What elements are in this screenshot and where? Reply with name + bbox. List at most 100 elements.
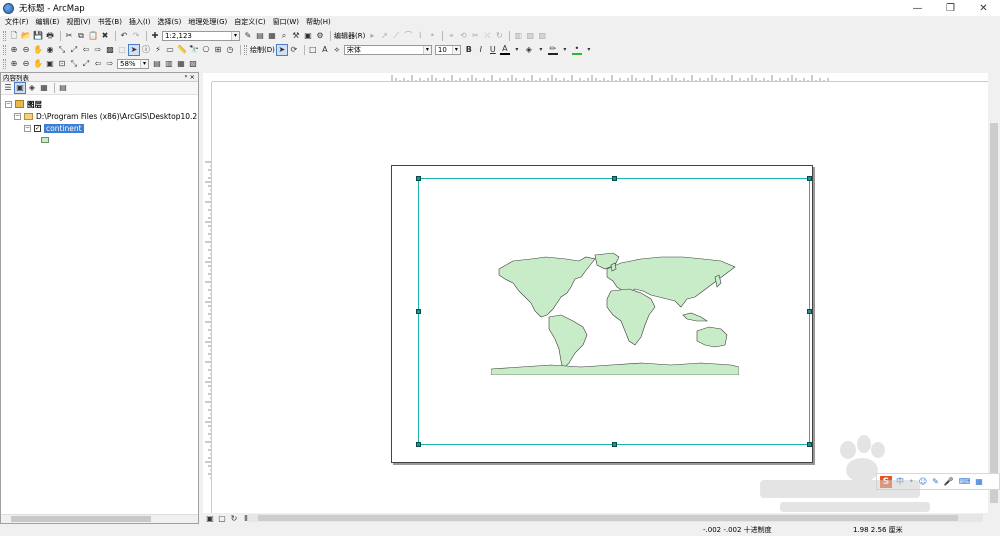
catalog-window-icon[interactable]: ▦ xyxy=(267,31,277,41)
layout-zoom-in-icon[interactable]: ⊕ xyxy=(9,59,19,69)
zoom-100-icon[interactable]: ⊡ xyxy=(57,59,67,69)
map-scale-combo[interactable]: 1:2,123 ▾ xyxy=(162,30,240,41)
python-window-icon[interactable]: ▣ xyxy=(303,31,313,41)
ime-grid-icon[interactable]: ▦ xyxy=(975,477,983,486)
undo-icon[interactable]: ↶ xyxy=(119,31,129,41)
arctoolbox-icon[interactable]: ⚒ xyxy=(291,31,301,41)
underline-button[interactable]: U xyxy=(488,45,498,55)
layer-name-continent[interactable]: continent xyxy=(44,123,84,133)
add-data-icon[interactable]: ✚ xyxy=(150,31,160,41)
menu-file[interactable]: 文件(F) xyxy=(5,17,29,27)
measure-icon[interactable]: 📏 xyxy=(177,45,187,55)
full-extent-globe-icon[interactable]: ◉ xyxy=(45,45,55,55)
ime-toolbar[interactable]: S 中 • ☺ ✎ 🎤 ⌨ ▦ xyxy=(876,473,1000,490)
time-slider-icon[interactable]: ◷ xyxy=(225,45,235,55)
resize-handle[interactable] xyxy=(416,442,421,447)
sketch-properties-icon[interactable]: ▧ xyxy=(525,31,535,41)
chevron-down-icon[interactable]: ▾ xyxy=(584,45,594,55)
data-frame[interactable] xyxy=(416,176,812,447)
edit-tool-icon[interactable]: ▸ xyxy=(367,31,377,41)
toggle-draft-mode-icon[interactable]: ▤ xyxy=(152,59,162,69)
back-extent-layout-icon[interactable]: ⇦ xyxy=(93,59,103,69)
print-icon[interactable]: 🖶 xyxy=(45,31,55,41)
menu-customize[interactable]: 自定义(C) xyxy=(234,17,265,27)
list-by-drawing-order-icon[interactable]: ☰ xyxy=(3,83,13,93)
table-of-contents-icon[interactable]: ▤ xyxy=(255,31,265,41)
new-document-icon[interactable]: 🗋 xyxy=(9,31,19,41)
font-name-combo[interactable]: 宋体 ▾ xyxy=(343,44,432,55)
menu-bookmarks[interactable]: 书签(B) xyxy=(98,17,122,27)
endpoint-arc-icon[interactable]: ⌒ xyxy=(403,31,413,41)
ime-punctuation-icon[interactable]: • xyxy=(909,477,914,486)
scrollbar-thumb[interactable] xyxy=(258,515,958,521)
paste-icon[interactable]: 📋 xyxy=(88,31,98,41)
tree-node-source-path[interactable]: − D:\Program Files (x86)\ArcGIS\Desktop1… xyxy=(1,110,198,122)
chevron-down-icon[interactable]: ▾ xyxy=(536,45,546,55)
trace-icon[interactable]: ⌇ xyxy=(415,31,425,41)
chevron-down-icon[interactable]: ▾ xyxy=(422,45,431,54)
split-icon[interactable]: ⤫ xyxy=(482,31,492,41)
resize-handle[interactable] xyxy=(807,442,812,447)
go-to-xy-icon[interactable]: ⊞ xyxy=(213,45,223,55)
visibility-checkbox[interactable]: ✓ xyxy=(34,124,41,132)
legend-swatch[interactable] xyxy=(41,137,49,143)
chevron-down-icon[interactable]: ▾ xyxy=(451,45,460,54)
chevron-down-icon[interactable]: ▾ xyxy=(560,45,570,55)
back-extent-icon[interactable]: ⇦ xyxy=(81,45,91,55)
toc-horizontal-scrollbar[interactable] xyxy=(1,514,198,523)
close-button[interactable]: ✕ xyxy=(967,0,1000,16)
toc-options-icon[interactable]: ▤ xyxy=(58,83,68,93)
menu-insert[interactable]: 插入(I) xyxy=(129,17,151,27)
zoom-whole-page-icon[interactable]: ▣ xyxy=(45,59,55,69)
layout-view-icon[interactable]: ▢ xyxy=(217,514,227,524)
fixed-zoom-in-icon[interactable]: ⤡ xyxy=(57,45,67,55)
find-icon[interactable]: 🔭 xyxy=(189,45,199,55)
menu-geoprocessing[interactable]: 地理处理(G) xyxy=(188,17,227,27)
collapse-icon[interactable]: − xyxy=(14,112,21,120)
zoom-out-icon[interactable]: ⊖ xyxy=(21,45,31,55)
forward-extent-icon[interactable]: ⇨ xyxy=(93,45,103,55)
change-layout-icon[interactable]: ▦ xyxy=(176,59,186,69)
font-color-button[interactable]: A xyxy=(499,44,510,55)
layout-pan-icon[interactable]: ✋ xyxy=(33,59,43,69)
toolbar-grip[interactable] xyxy=(3,30,6,41)
pan-hand-icon[interactable]: ✋ xyxy=(33,45,43,55)
ime-emoji-icon[interactable]: ☺ xyxy=(919,477,927,486)
toolbar-grip[interactable] xyxy=(3,58,6,69)
rotate-icon[interactable]: ↻ xyxy=(494,31,504,41)
open-folder-icon[interactable]: 📂 xyxy=(21,31,31,41)
save-icon[interactable]: 💾 xyxy=(33,31,43,41)
identify-icon[interactable]: ⓘ xyxy=(141,45,151,55)
tree-node-layers[interactable]: − 图层 xyxy=(1,98,198,110)
create-features-icon[interactable]: ▨ xyxy=(537,31,547,41)
find-route-icon[interactable]: ⎔ xyxy=(201,45,211,55)
chevron-down-icon[interactable]: ▾ xyxy=(140,59,148,68)
refresh-icon[interactable]: ↻ xyxy=(229,514,239,524)
draw-select-elements-icon[interactable]: ➤ xyxy=(275,43,288,56)
collapse-icon[interactable]: − xyxy=(5,100,12,108)
minimize-button[interactable]: — xyxy=(901,0,934,16)
focus-data-frame-icon[interactable]: ▥ xyxy=(164,59,174,69)
ime-pen-icon[interactable]: ✎ xyxy=(932,477,939,486)
draw-menu[interactable]: 绘制(D) xyxy=(250,45,275,55)
ime-keyboard-icon[interactable]: ⌨ xyxy=(959,477,971,486)
cut-icon[interactable]: ✂ xyxy=(64,31,74,41)
editor-menu[interactable]: 编辑器(R) xyxy=(334,31,365,41)
fixed-zoom-out-layout-icon[interactable]: ⤢ xyxy=(81,59,91,69)
marker-color-icon[interactable]: • xyxy=(571,44,582,55)
source-path-label[interactable]: D:\Program Files (x86)\ArcGIS\Desktop10.… xyxy=(36,112,197,121)
edit-vertices-draw-icon[interactable]: ⟡ xyxy=(332,45,342,55)
redo-icon[interactable]: ↷ xyxy=(131,31,141,41)
italic-button[interactable]: I xyxy=(476,45,486,55)
toolbar-grip[interactable] xyxy=(3,44,6,55)
layout-view[interactable]: ▣ ▢ ↻ Ⅱ xyxy=(203,73,1000,524)
layers-label[interactable]: 图层 xyxy=(27,99,42,110)
restore-button[interactable]: ❐ xyxy=(934,0,967,16)
menu-windows[interactable]: 窗口(W) xyxy=(273,17,299,27)
select-features-icon[interactable]: ▩ xyxy=(105,45,115,55)
straight-segment-icon[interactable]: ⟋ xyxy=(391,31,401,41)
menu-selection[interactable]: 选择(S) xyxy=(157,17,181,27)
rotate-element-icon[interactable]: ⟳ xyxy=(289,45,299,55)
list-by-source-icon[interactable]: ▣ xyxy=(14,82,26,94)
bold-button[interactable]: B xyxy=(464,45,474,55)
